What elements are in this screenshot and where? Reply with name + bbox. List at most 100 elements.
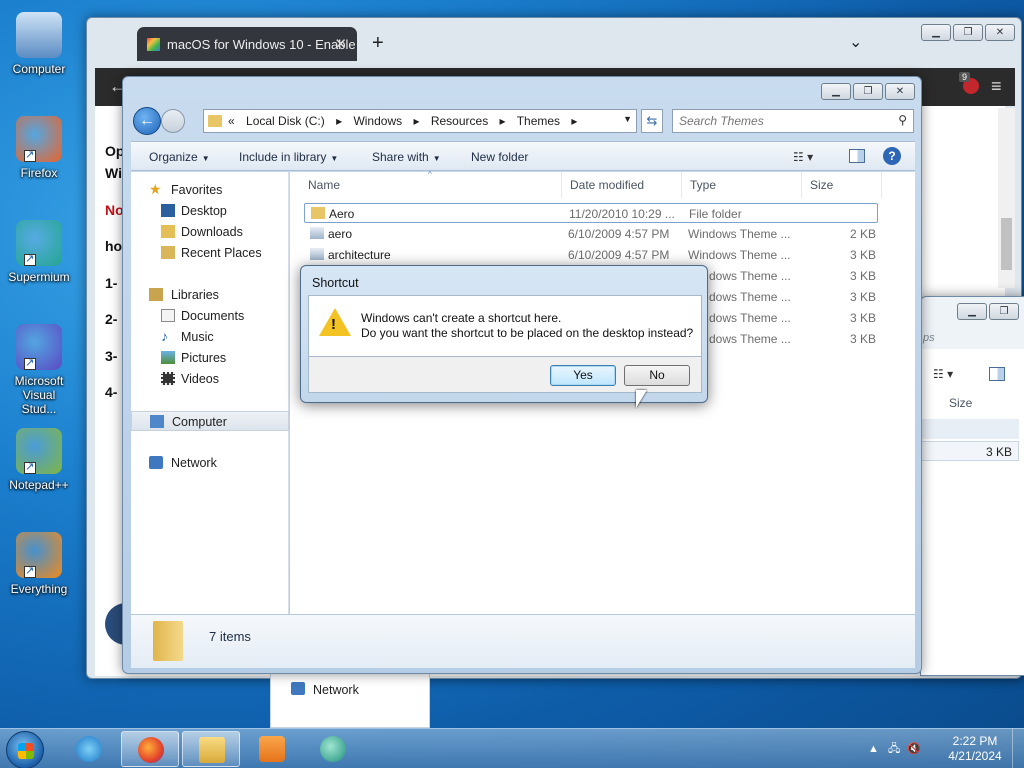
- background-explorer-window[interactable]: ▁ ❐ ps ☷ ▾ Size 3 KB: [920, 296, 1024, 676]
- column-size[interactable]: Size: [949, 396, 972, 410]
- breadcrumb-resources[interactable]: Resources: [431, 114, 488, 128]
- breadcrumb-themes[interactable]: Themes: [517, 114, 560, 128]
- nav-favorites[interactable]: ★ Favorites: [131, 180, 289, 200]
- show-desktop-button[interactable]: [1012, 729, 1024, 768]
- close-button[interactable]: ✕: [985, 24, 1015, 41]
- breadcrumb-separator-icon[interactable]: ▸: [336, 114, 342, 128]
- browser-menu-icon[interactable]: ≡: [991, 76, 1002, 97]
- desktop-icon-supermium[interactable]: Supermium: [4, 220, 74, 284]
- share-with-button[interactable]: Share with ▼: [372, 150, 441, 164]
- start-button[interactable]: [6, 731, 44, 768]
- documents-icon: [161, 309, 175, 322]
- preview-pane-icon[interactable]: [849, 149, 865, 163]
- nav-network-label[interactable]: Network: [313, 683, 359, 697]
- minimize-button[interactable]: ▁: [821, 83, 851, 100]
- nav-recent-places[interactable]: Recent Places: [131, 243, 289, 263]
- tab-close-icon[interactable]: ✕: [334, 35, 347, 53]
- file-type: dows Theme ...: [709, 311, 791, 325]
- file-row[interactable]: architecture 6/10/2009 4:57 PM Windows The…: [304, 245, 878, 265]
- refresh-button[interactable]: ⇆: [641, 109, 663, 133]
- breadcrumb-overflow[interactable]: «: [228, 114, 235, 128]
- preview-pane-icon[interactable]: [989, 367, 1005, 381]
- desktop-icon-label: Notepad++: [9, 478, 69, 492]
- new-folder-button[interactable]: New folder: [471, 150, 528, 164]
- desktop-icon-visual-studio[interactable]: Microsoft Visual Stud...: [4, 324, 74, 416]
- taskbar-supermium[interactable]: [304, 731, 362, 767]
- taskbar-firefox[interactable]: [121, 731, 179, 767]
- taskbar-media-player[interactable]: [243, 731, 301, 767]
- breadcrumb-windows[interactable]: Windows: [353, 114, 402, 128]
- new-tab-button[interactable]: +: [372, 32, 384, 55]
- scrollbar-thumb[interactable]: [1001, 218, 1012, 270]
- column-name[interactable]: Name ^: [300, 170, 562, 198]
- desktop-icon-notepadpp[interactable]: Notepad++: [4, 428, 74, 492]
- libraries-icon: [149, 288, 163, 301]
- nav-computer[interactable]: Computer: [131, 411, 289, 431]
- nav-libraries[interactable]: Libraries: [131, 285, 289, 305]
- list-item[interactable]: [921, 419, 1019, 439]
- maximize-button[interactable]: ❐: [989, 303, 1019, 320]
- address-bar[interactable]: « Local Disk (C:) ▸ Windows ▸ Resources …: [203, 109, 637, 133]
- search-icon[interactable]: ⚲: [898, 113, 907, 127]
- include-in-library-button[interactable]: Include in library ▼: [239, 150, 338, 164]
- maximize-button[interactable]: ❐: [953, 24, 983, 41]
- clock[interactable]: 2:22 PM 4/21/2024: [940, 734, 1010, 764]
- file-row[interactable]: Aero 11/20/2010 10:29 ... File folder: [304, 203, 878, 223]
- nav-label: Favorites: [171, 183, 223, 197]
- help-icon[interactable]: ?: [883, 147, 901, 165]
- organize-button[interactable]: Organize ▼: [149, 150, 210, 164]
- column-size[interactable]: Size: [802, 172, 882, 198]
- chevron-down-icon: ▼: [330, 154, 339, 163]
- breadcrumb-local-disk[interactable]: Local Disk (C:): [246, 114, 325, 128]
- yes-button[interactable]: Yes: [550, 365, 616, 386]
- breadcrumb-separator-icon[interactable]: ▸: [413, 114, 419, 128]
- search-input[interactable]: [679, 111, 889, 131]
- breadcrumb-separator-icon[interactable]: ▸: [500, 114, 506, 128]
- tab-list-chevron-icon[interactable]: ⌄: [849, 32, 862, 52]
- list-item[interactable]: 3 KB: [921, 441, 1019, 461]
- nav-pictures[interactable]: Pictures: [131, 348, 289, 368]
- shortcut-dialog[interactable]: Shortcut ! Windows can't create a shortc…: [300, 265, 708, 403]
- taskbar-explorer[interactable]: [182, 731, 240, 767]
- file-name: architecture: [328, 248, 391, 262]
- nav-videos[interactable]: Videos: [131, 369, 289, 389]
- column-date-modified[interactable]: Date modified: [562, 172, 682, 198]
- maximize-button[interactable]: ❐: [853, 83, 883, 100]
- desktop-icon-computer[interactable]: Computer: [4, 12, 74, 76]
- desktop-icon-everything[interactable]: Everything: [4, 532, 74, 596]
- file-explorer-icon: [199, 737, 225, 763]
- close-button[interactable]: ✕: [885, 83, 915, 100]
- tab-favicon-icon: [147, 38, 160, 51]
- network-tray-icon[interactable]: 🖧: [888, 743, 900, 755]
- nav-documents[interactable]: Documents: [131, 306, 289, 326]
- file-type: dows Theme ...: [709, 332, 791, 346]
- forward-button[interactable]: [161, 109, 185, 133]
- minimize-button[interactable]: ▁: [921, 24, 951, 41]
- change-view-icon[interactable]: ☷ ▾: [793, 150, 813, 164]
- file-date: 6/10/2009 4:57 PM: [568, 227, 670, 241]
- volume-muted-icon[interactable]: 🔇: [907, 743, 921, 755]
- supermium-icon: [16, 220, 62, 266]
- breadcrumb-separator-icon[interactable]: ▸: [571, 114, 577, 128]
- no-button[interactable]: No: [624, 365, 690, 386]
- views-icon[interactable]: ☷ ▾: [933, 367, 953, 381]
- nav-music[interactable]: ♪ Music: [131, 327, 289, 347]
- explorer2-search-fragment: ps: [923, 332, 935, 344]
- browser-scrollbar[interactable]: [998, 108, 1015, 288]
- nav-network[interactable]: Network: [131, 453, 289, 473]
- back-button[interactable]: ←: [133, 107, 161, 135]
- browser-caption-buttons: ▁ ❐ ✕: [921, 24, 1015, 41]
- minimize-button[interactable]: ▁: [957, 303, 987, 320]
- address-dropdown-icon[interactable]: ▼: [623, 114, 632, 124]
- desktop-icon-label: Firefox: [20, 166, 58, 180]
- firefox-icon: [16, 116, 62, 162]
- nav-desktop[interactable]: Desktop: [131, 201, 289, 221]
- column-type[interactable]: Type: [682, 172, 802, 198]
- file-row[interactable]: aero 6/10/2009 4:57 PM Windows Theme ... 2 …: [304, 224, 878, 244]
- search-box[interactable]: ⚲: [672, 109, 914, 133]
- browser-tab[interactable]: macOS for Windows 10 - Enable ✕: [137, 27, 357, 61]
- nav-downloads[interactable]: Downloads: [131, 222, 289, 242]
- taskbar-internet-explorer[interactable]: [60, 731, 118, 767]
- desktop-icon-firefox[interactable]: Firefox: [4, 116, 74, 180]
- show-hidden-icons-icon[interactable]: ▲: [868, 743, 879, 755]
